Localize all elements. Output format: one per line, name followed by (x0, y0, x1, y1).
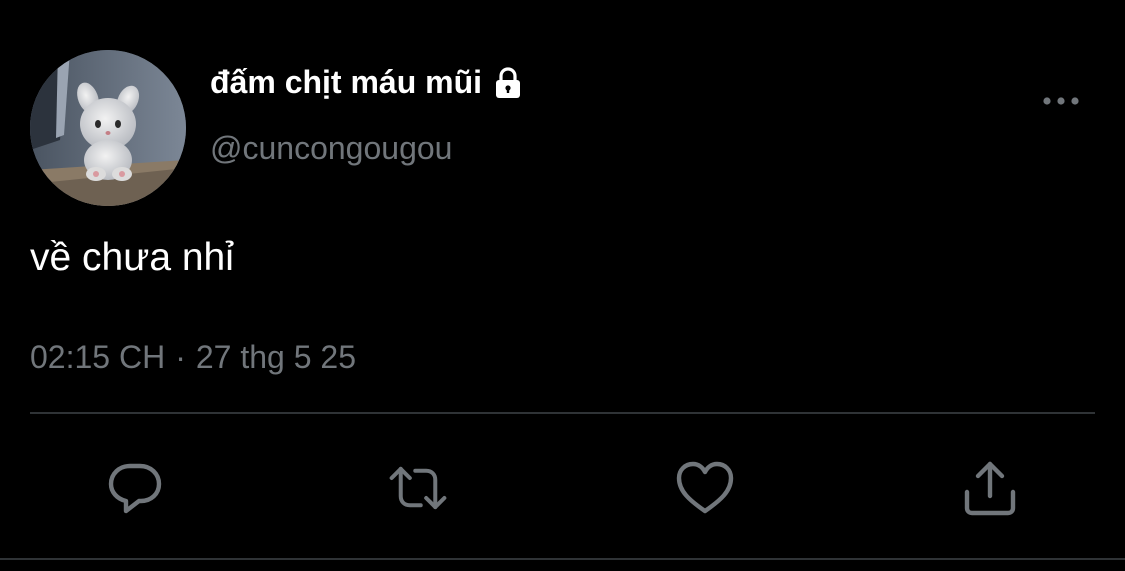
tweet-time: 02:15 CH (30, 339, 166, 375)
like-button[interactable] (675, 458, 735, 518)
lock-icon (490, 65, 526, 101)
retweet-icon (389, 466, 447, 510)
avatar[interactable] (30, 50, 186, 206)
share-icon (964, 461, 1016, 516)
tweet-timestamp[interactable]: 02:15 CH · 27 thg 5 25 (30, 339, 356, 376)
timestamp-separator: · (175, 339, 186, 375)
more-options-button[interactable] (1038, 86, 1084, 116)
display-name[interactable]: đấm chịt máu mũi (210, 64, 526, 101)
retweet-button[interactable] (388, 458, 448, 518)
reply-button[interactable] (105, 458, 165, 518)
tweet-detail: đấm chịt máu mũi @cuncongougou về chưa n… (0, 0, 1125, 571)
more-dots-icon (1043, 97, 1079, 105)
bottom-divider (0, 558, 1125, 560)
reply-icon (108, 463, 162, 514)
divider (30, 412, 1095, 414)
plush-bunny-avatar (30, 50, 186, 206)
tweet-text: về chưa nhỉ (30, 236, 234, 279)
share-button[interactable] (960, 458, 1020, 518)
heart-icon (676, 461, 734, 514)
tweet-date: 27 thg 5 25 (195, 339, 356, 375)
display-name-text: đấm chịt máu mũi (210, 64, 483, 100)
user-handle[interactable]: @cuncongougou (210, 130, 452, 167)
